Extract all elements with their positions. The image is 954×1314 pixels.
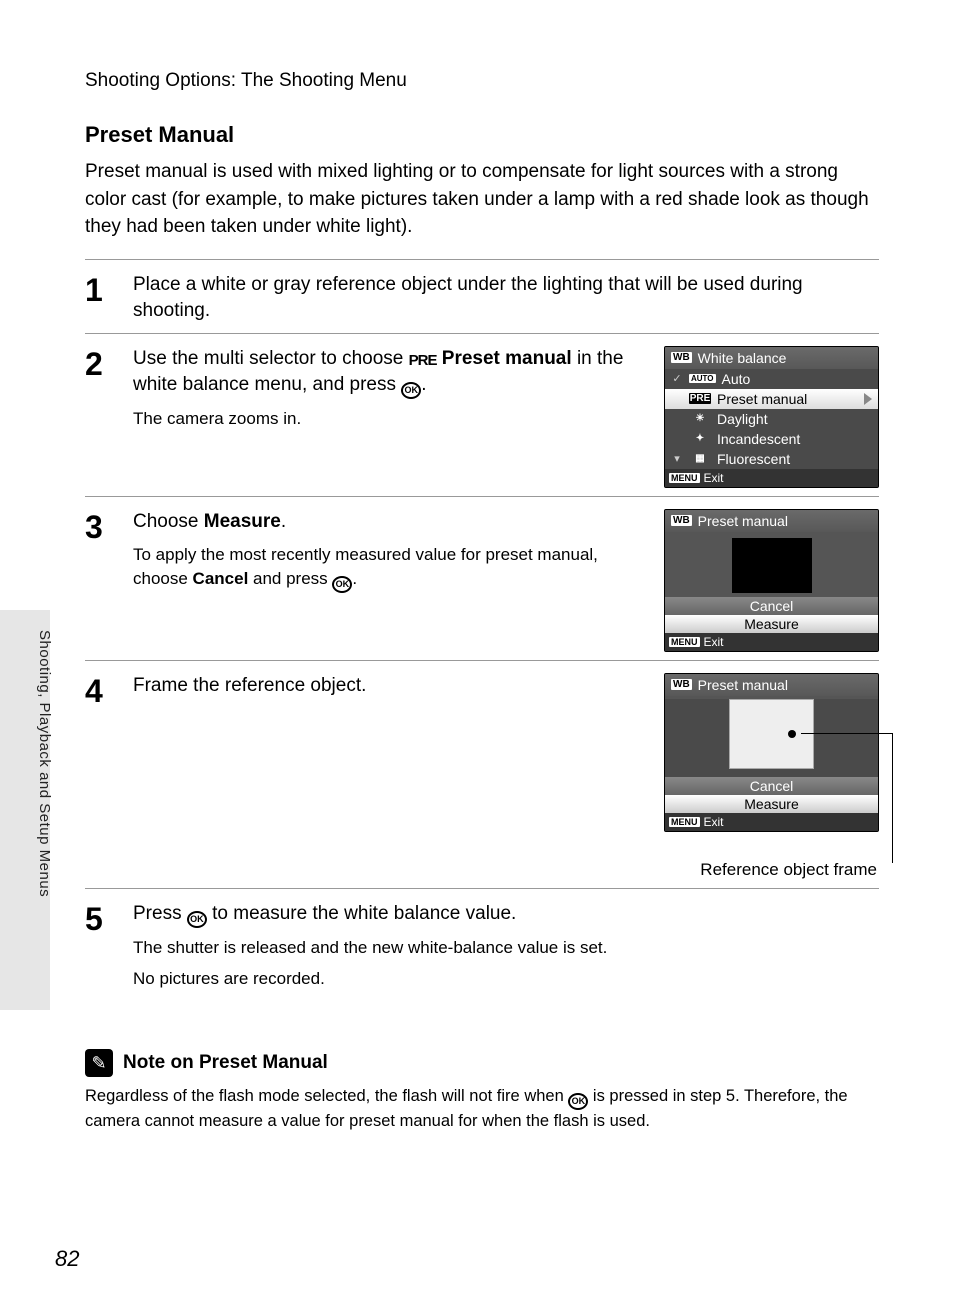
menu-label: Preset manual bbox=[717, 391, 807, 407]
menu-item-auto: ✓ AUTO Auto bbox=[665, 369, 878, 389]
menu-label: Auto bbox=[722, 371, 751, 387]
screen-title: Preset manual bbox=[698, 677, 788, 693]
note-body: Regardless of the flash mode selected, t… bbox=[85, 1085, 879, 1133]
text-fragment: Use the multi selector to choose bbox=[133, 348, 409, 369]
text-fragment: and press bbox=[248, 569, 332, 588]
menu-item-cancel: Cancel bbox=[665, 597, 878, 615]
step-text: Use the multi selector to choose PRE Pre… bbox=[133, 346, 646, 431]
ok-icon: OK bbox=[401, 382, 421, 399]
text-fragment: Press bbox=[133, 903, 187, 924]
screen-title-bar: WB Preset manual bbox=[665, 674, 878, 696]
text-fragment: . bbox=[421, 374, 426, 395]
chevron-down-icon: ▾ bbox=[671, 452, 683, 465]
ok-icon: OK bbox=[187, 911, 207, 928]
step-number: 4 bbox=[85, 673, 115, 707]
note-heading: ✎ Note on Preset Manual bbox=[85, 1049, 879, 1077]
step-5: 5 Press OK to measure the white balance … bbox=[85, 888, 879, 999]
chapter-heading: Shooting Options: The Shooting Menu bbox=[85, 70, 879, 92]
menu-item-fluorescent: ▾ ▦ Fluorescent bbox=[665, 449, 878, 469]
screen-footer: MENU Exit bbox=[665, 469, 878, 487]
text-bold: Measure bbox=[204, 511, 281, 532]
ok-icon: OK bbox=[332, 576, 352, 593]
menu-item-incandescent: ✦ Incandescent bbox=[665, 429, 878, 449]
note-title: Note on Preset Manual bbox=[123, 1052, 328, 1074]
wb-icon: WB bbox=[671, 515, 692, 526]
step-4: 4 Frame the reference object. WB Preset … bbox=[85, 660, 879, 888]
step-text: Frame the reference object. bbox=[133, 673, 646, 700]
menu-item-measure: Measure bbox=[665, 615, 878, 633]
menu-item-cancel: Cancel bbox=[665, 777, 878, 795]
menu-item-preset-manual: PRE Preset manual bbox=[665, 389, 878, 409]
step-subtext: To apply the most recently measured valu… bbox=[133, 543, 646, 593]
step-1: 1 Place a white or gray reference object… bbox=[85, 259, 879, 333]
step-text: Press OK to measure the white balance va… bbox=[133, 901, 879, 991]
callout-dot bbox=[788, 730, 796, 738]
step-2: 2 Use the multi selector to choose PRE P… bbox=[85, 333, 879, 496]
fluorescent-icon: ▦ bbox=[689, 453, 711, 464]
intro-paragraph: Preset manual is used with mixed lightin… bbox=[85, 158, 879, 241]
step-subtext: The shutter is released and the new whit… bbox=[133, 936, 879, 960]
screen-title-bar: WB Preset manual bbox=[665, 510, 878, 532]
step-number: 5 bbox=[85, 901, 115, 935]
menu-label: Fluorescent bbox=[717, 451, 790, 467]
text-fragment: Regardless of the flash mode selected, t… bbox=[85, 1087, 568, 1105]
bulb-icon: ✦ bbox=[689, 433, 711, 444]
sun-icon: ☀ bbox=[689, 413, 711, 424]
exit-label: Exit bbox=[704, 635, 724, 649]
menu-icon: MENU bbox=[669, 473, 700, 483]
step-subtext: The camera zooms in. bbox=[133, 407, 646, 431]
reference-frame-caption: Reference object frame bbox=[664, 860, 879, 880]
exit-label: Exit bbox=[704, 815, 724, 829]
step-subtext: No pictures are recorded. bbox=[133, 967, 879, 991]
menu-item-daylight: ☀ Daylight bbox=[665, 409, 878, 429]
callout-line bbox=[801, 733, 893, 734]
screen-footer: MENU Exit bbox=[665, 813, 878, 831]
step-number: 2 bbox=[85, 346, 115, 380]
pre-icon: PRE bbox=[689, 393, 711, 404]
wb-icon: WB bbox=[671, 352, 692, 363]
menu-icon: MENU bbox=[669, 817, 700, 827]
reference-object-frame bbox=[729, 699, 814, 769]
step-3: 3 Choose Measure. To apply the most rece… bbox=[85, 496, 879, 660]
text-fragment: Choose bbox=[133, 511, 204, 532]
pre-icon: PRE bbox=[409, 350, 437, 371]
screen-footer: MENU Exit bbox=[665, 633, 878, 651]
exit-label: Exit bbox=[704, 471, 724, 485]
camera-screen-preset-manual: WB Preset manual Cancel Measure MENU Exi… bbox=[664, 509, 879, 652]
step-text: Place a white or gray reference object u… bbox=[133, 272, 879, 325]
menu-item-measure: Measure bbox=[665, 795, 878, 813]
text-bold: Cancel bbox=[193, 569, 249, 588]
menu-icon: MENU bbox=[669, 637, 700, 647]
text-fragment: to measure the white balance value. bbox=[207, 903, 516, 924]
camera-screen-reference-frame: WB Preset manual Cancel Measure MENU Exi… bbox=[664, 673, 879, 832]
preview-frame bbox=[732, 538, 812, 593]
section-title: Preset Manual bbox=[85, 122, 879, 148]
chevron-right-icon bbox=[864, 393, 872, 405]
screen-title: Preset manual bbox=[698, 513, 788, 529]
step-number: 3 bbox=[85, 509, 115, 543]
wb-icon: WB bbox=[671, 679, 692, 690]
ok-icon: OK bbox=[568, 1093, 588, 1110]
screen-title: White balance bbox=[698, 350, 787, 366]
side-tab-label: Shooting, Playback and Setup Menus bbox=[36, 630, 53, 897]
camera-screen-wb-menu: WB White balance ✓ AUTO Auto PRE Preset … bbox=[664, 346, 879, 488]
checkmark-icon: ✓ bbox=[671, 372, 683, 385]
step-number: 1 bbox=[85, 272, 115, 306]
screen-title-bar: WB White balance bbox=[665, 347, 878, 369]
text-fragment: . bbox=[352, 569, 357, 588]
callout-line bbox=[892, 733, 893, 863]
step-text: Choose Measure. To apply the most recent… bbox=[133, 509, 646, 593]
text-bold: Preset manual bbox=[442, 348, 572, 369]
menu-label: Daylight bbox=[717, 411, 768, 427]
page-number: 82 bbox=[55, 1246, 79, 1272]
manual-page: Shooting, Playback and Setup Menus 82 Sh… bbox=[0, 0, 954, 1314]
menu-label: Incandescent bbox=[717, 431, 800, 447]
note-icon: ✎ bbox=[85, 1049, 113, 1077]
auto-icon: AUTO bbox=[689, 374, 716, 383]
text-fragment: . bbox=[281, 511, 286, 532]
